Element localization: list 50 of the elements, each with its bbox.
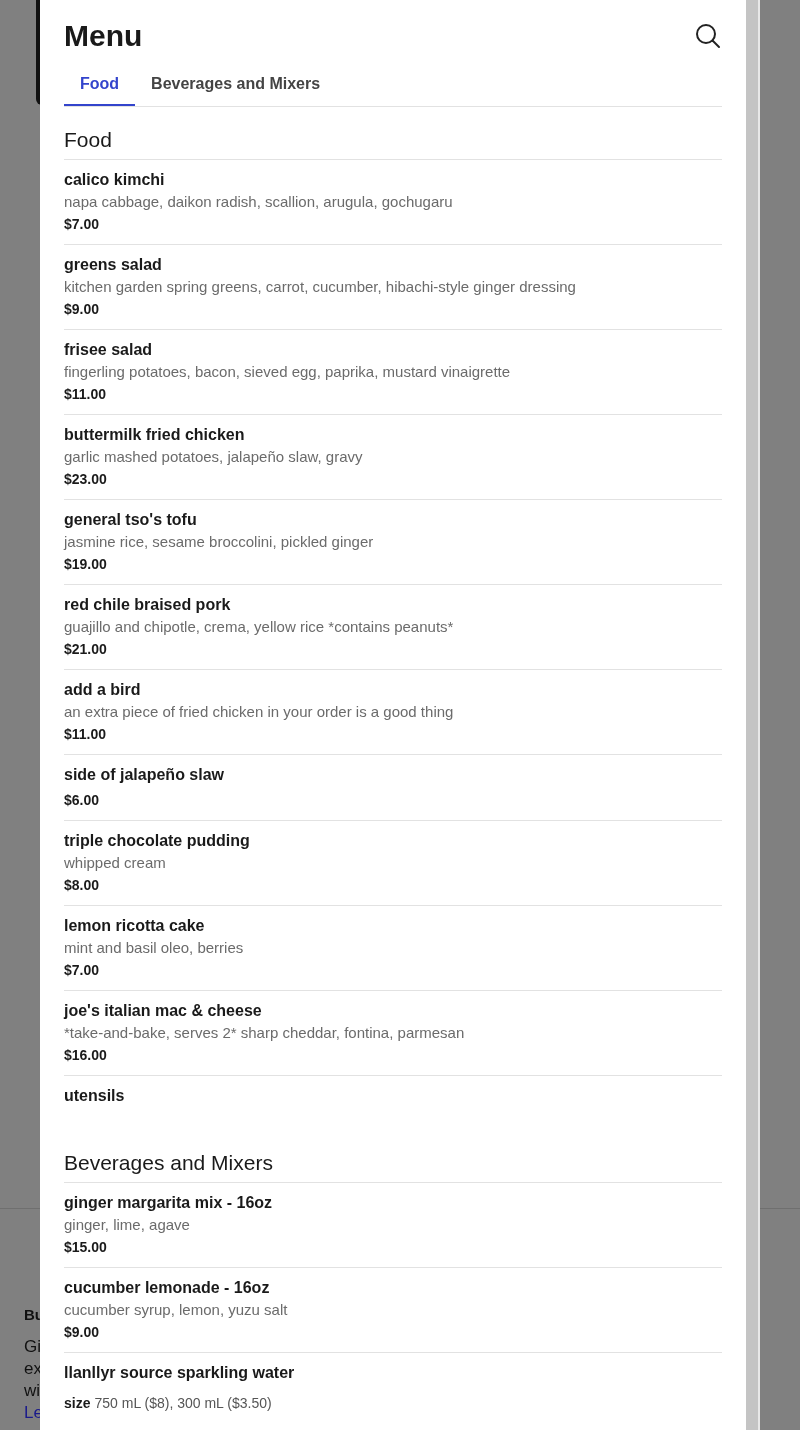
item-price: $16.00 [64, 1046, 108, 1065]
item-name[interactable]: cucumber lemonade - 16oz [64, 1277, 722, 1299]
item-price: $21.00 [64, 640, 108, 659]
option-values: 750 mL ($8), 300 mL ($3.50) [94, 1394, 272, 1413]
item-name[interactable]: utensils [64, 1085, 722, 1107]
item-name[interactable]: buttermilk fried chicken [64, 424, 722, 446]
item-description: mint and basil oleo, berries [64, 938, 245, 958]
item-price: $11.00 [64, 725, 108, 744]
item-name[interactable]: llanllyr source sparkling water [64, 1362, 722, 1384]
item-name[interactable]: frisee salad [64, 339, 722, 361]
item-price: $6.00 [64, 791, 101, 810]
item-price: $19.00 [64, 555, 108, 574]
section-title: Beverages and Mixers [64, 1148, 722, 1183]
item-name[interactable]: red chile braised pork [64, 594, 722, 616]
item-description: napa cabbage, daikon radish, scallion, arugula, gochugaru [64, 192, 454, 212]
item-price: $9.00 [64, 1323, 101, 1342]
item-name[interactable]: greens salad [64, 254, 722, 276]
option-label: size [64, 1394, 91, 1413]
paragraph-fragment: Gi [24, 1336, 42, 1358]
paragraph-fragment: wi [24, 1380, 42, 1402]
item-price: $9.00 [64, 300, 101, 319]
item-description: cucumber syrup, lemon, yuzu salt [64, 1300, 289, 1320]
item-description: ginger, lime, agave [64, 1215, 191, 1235]
item-description: whipped cream [64, 853, 167, 873]
item-description: an extra piece of fried chicken in your order is a good thing [64, 702, 455, 722]
item-description: guajillo and chipotle, crema, yellow rice *contains peanuts* [64, 617, 455, 637]
item-name[interactable]: calico kimchi [64, 169, 722, 191]
search-icon[interactable] [694, 22, 722, 50]
item-name[interactable]: lemon ricotta cake [64, 915, 722, 937]
item-description: fingerling potatoes, bacon, sieved egg, paprika, mustard vinaigrette [64, 362, 512, 382]
item-name[interactable]: triple chocolate pudding [64, 830, 722, 852]
tab[interactable]: Beverages and Mixers [135, 64, 337, 106]
item-name[interactable]: side of jalapeño slaw [64, 764, 722, 786]
section-title: Food [64, 125, 722, 160]
item-name[interactable]: joe's italian mac & cheese [64, 1000, 722, 1022]
item-price: $23.00 [64, 470, 108, 489]
item-price: $7.00 [64, 215, 101, 234]
item-name[interactable]: add a bird [64, 679, 722, 701]
item-description: kitchen garden spring greens, carrot, cucumber, hibachi-style ginger dressing [64, 277, 577, 297]
modal-title: Menu [64, 18, 143, 54]
tab[interactable]: Food [64, 64, 136, 106]
item-price: $8.00 [64, 876, 101, 895]
item-name[interactable]: general tso's tofu [64, 509, 722, 531]
item-description: jasmine rice, sesame broccolini, pickled ginger [64, 532, 375, 552]
item-price: $7.00 [64, 961, 101, 980]
item-name[interactable]: ginger margarita mix - 16oz [64, 1192, 722, 1214]
item-price: $15.00 [64, 1238, 108, 1257]
item-description: garlic mashed potatoes, jalapeño slaw, gravy [64, 447, 364, 467]
item-price: $11.00 [64, 385, 108, 404]
item-description: *take-and-bake, serves 2* sharp cheddar, fontina, parmesan [64, 1023, 466, 1043]
